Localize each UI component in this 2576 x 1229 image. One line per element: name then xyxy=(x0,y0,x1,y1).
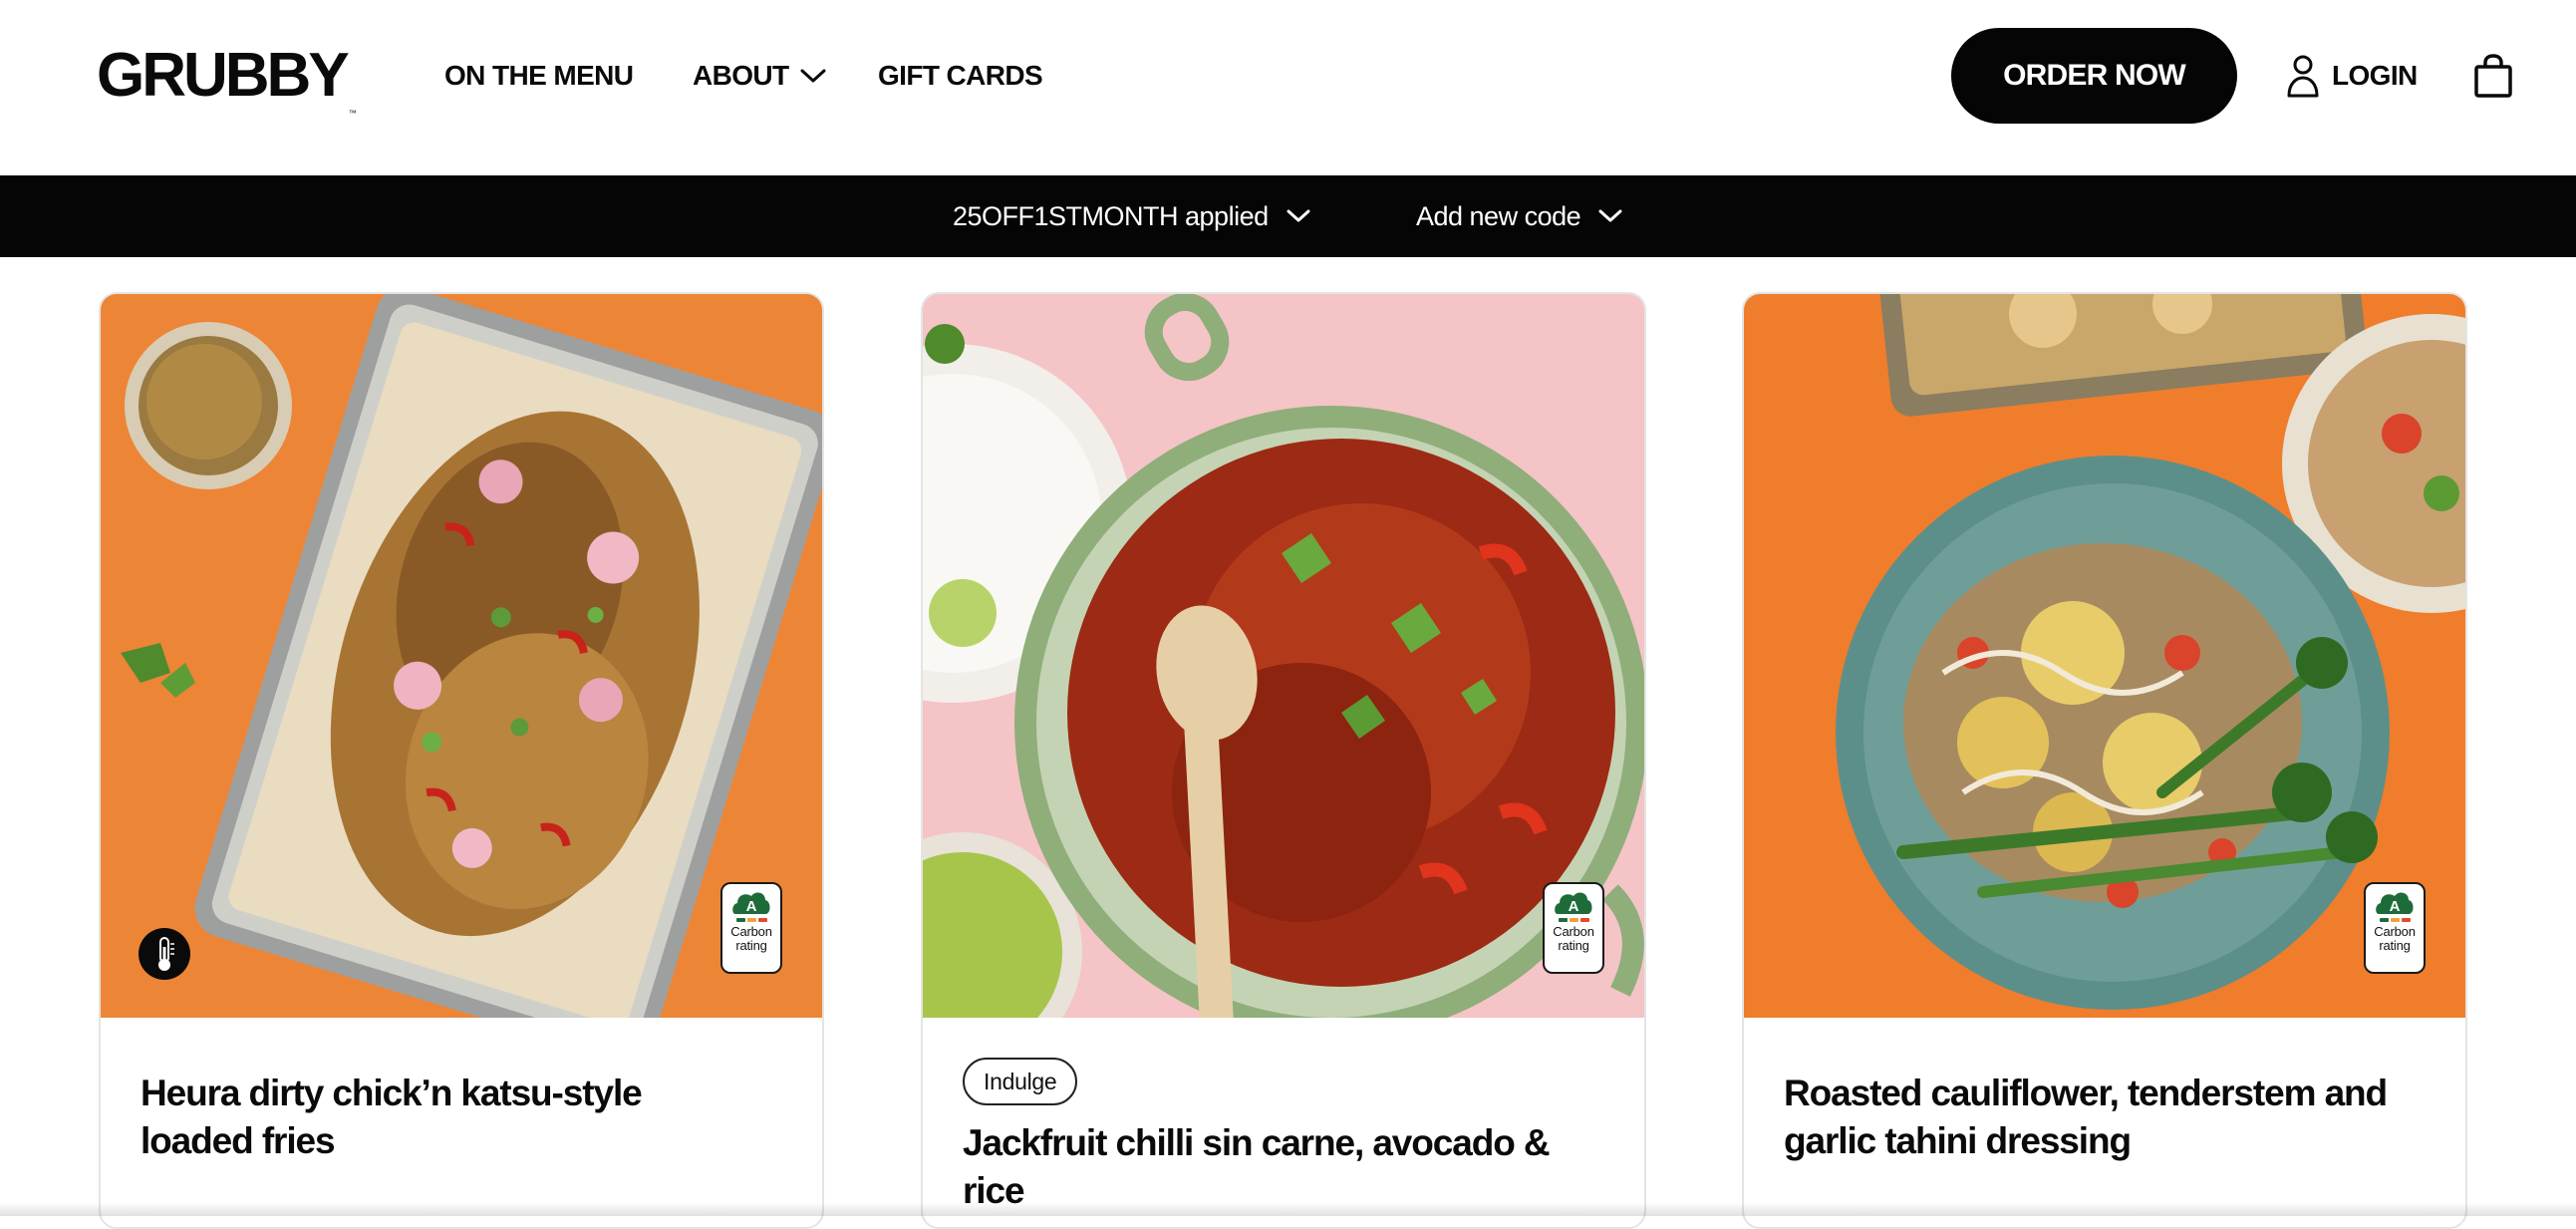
add-promo-label: Add new code xyxy=(1416,200,1581,231)
applied-promo-label: 25OFF1STMONTH applied xyxy=(953,200,1269,231)
meal-image[interactable]: A Carbon rating xyxy=(1744,294,2465,1018)
meal-title[interactable]: Roasted cauliflower, tenderstem and garl… xyxy=(1784,1070,2402,1165)
meal-card[interactable]: A Carbon rating Heura dirty chick’n kats… xyxy=(99,292,824,1229)
meal-title[interactable]: Heura dirty chick’n katsu-style loaded f… xyxy=(141,1070,758,1165)
carbon-grade: A xyxy=(746,898,757,915)
user-icon xyxy=(2287,55,2319,98)
chevron-down-icon xyxy=(1287,209,1310,222)
grubby-logo[interactable]: GRUBBY™ xyxy=(97,38,357,152)
meal-card[interactable]: A Carbon rating Indulge Jackfruit chilli… xyxy=(921,292,1646,1229)
meal-image[interactable]: A Carbon rating xyxy=(923,294,1644,1018)
meal-card[interactable]: A Carbon rating Roasted cauliflower, ten… xyxy=(1742,292,2467,1229)
carbon-rating-icon: A xyxy=(2376,892,2414,915)
nav-on-the-menu[interactable]: ON THE MENU xyxy=(444,58,634,94)
scroll-shadow xyxy=(0,1202,2576,1216)
login-label: LOGIN xyxy=(2332,60,2418,91)
applied-promo-dropdown[interactable]: 25OFF1STMONTH applied xyxy=(953,175,1310,257)
nav-on-the-menu-label: ON THE MENU xyxy=(444,60,634,91)
site-header: GRUBBY™ ON THE MENU ABOUT GIFT CARDS ORD… xyxy=(0,0,2576,175)
login-link[interactable]: LOGIN xyxy=(2286,52,2418,100)
thermometer-icon xyxy=(158,937,174,971)
logo-text: GRUBBY xyxy=(97,41,350,110)
chevron-down-icon xyxy=(1598,209,1622,222)
add-promo-code-dropdown[interactable]: Add new code xyxy=(1416,175,1622,257)
order-now-button[interactable]: ORDER NOW xyxy=(1951,28,2237,124)
cart-button[interactable] xyxy=(2473,54,2513,98)
carbon-rating-icon: A xyxy=(1555,892,1592,915)
nav-gift-cards[interactable]: GIFT CARDS xyxy=(878,58,1043,94)
nav-gift-cards-label: GIFT CARDS xyxy=(878,60,1043,91)
promo-code-bar: 25OFF1STMONTH applied Add new code xyxy=(0,175,2576,257)
nav-about[interactable]: ABOUT xyxy=(693,58,826,94)
nav-about-label: ABOUT xyxy=(693,60,789,91)
carbon-scale xyxy=(735,918,767,922)
chevron-down-icon xyxy=(800,69,826,83)
meal-image[interactable]: A Carbon rating xyxy=(101,294,822,1018)
carbon-scale xyxy=(1558,918,1589,922)
carbon-scale xyxy=(2379,918,2411,922)
meal-title[interactable]: Jackfruit chilli sin carne, avocado & ri… xyxy=(963,1119,1580,1215)
carbon-rating-label: Carbon rating xyxy=(1553,924,1594,953)
thermometer-badge xyxy=(139,928,190,980)
carbon-grade: A xyxy=(1569,898,1579,915)
logo-trademark: ™ xyxy=(348,109,357,118)
carbon-rating-badge: A Carbon rating xyxy=(1543,882,1604,974)
order-now-label: ORDER NOW xyxy=(2003,59,2186,92)
carbon-rating-label: Carbon rating xyxy=(730,924,772,953)
carbon-rating-badge: A Carbon rating xyxy=(720,882,782,974)
carbon-rating-icon: A xyxy=(732,892,770,915)
meal-tag: Indulge xyxy=(963,1058,1078,1105)
shopping-bag-icon xyxy=(2474,54,2512,98)
carbon-grade: A xyxy=(2390,898,2401,915)
carbon-rating-badge: A Carbon rating xyxy=(2364,882,2426,974)
carbon-rating-label: Carbon rating xyxy=(2374,924,2416,953)
